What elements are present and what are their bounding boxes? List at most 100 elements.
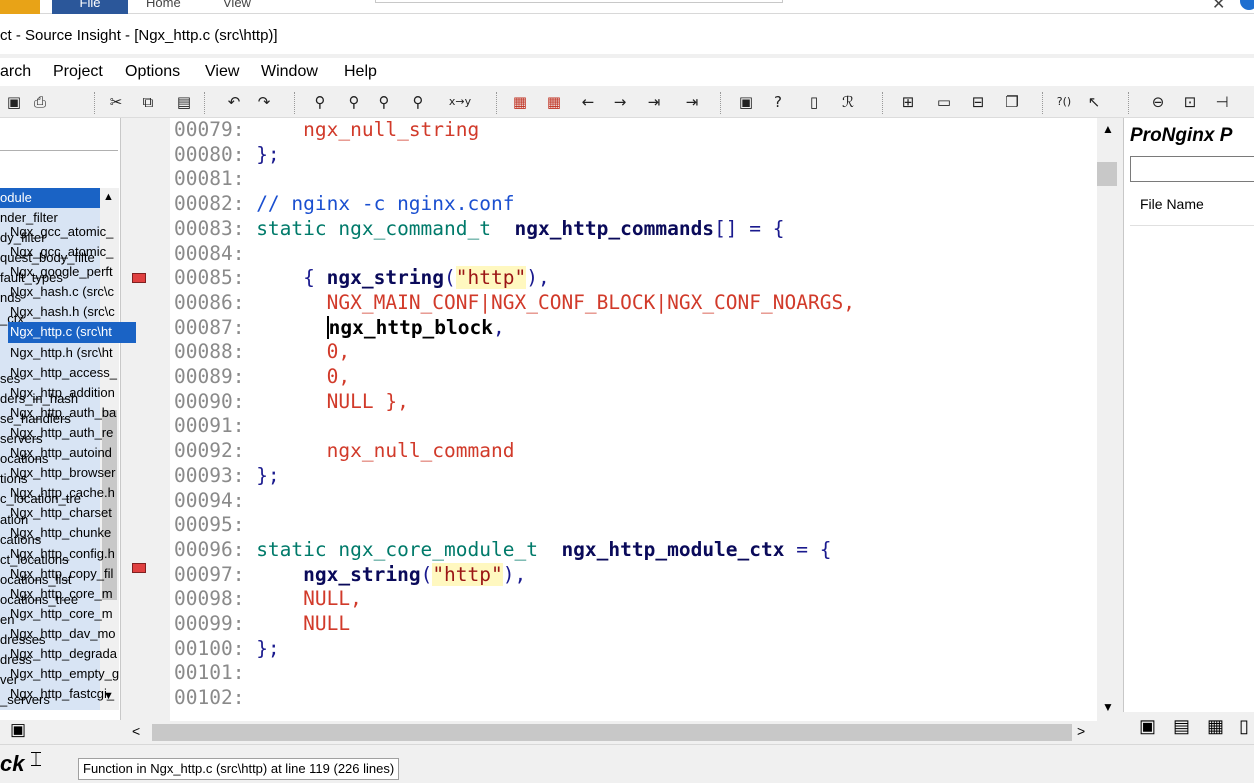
project-file-item[interactable]: Ngx_http_fastcgi_ [8,684,136,704]
relation-icon[interactable]: ℛ [838,92,858,112]
project-file-item[interactable]: Ngx_http_core_m [8,604,136,624]
code-line[interactable]: 00098: NULL, [174,587,362,611]
layout-single-icon[interactable]: ▭ [934,92,954,112]
project-file-item[interactable]: Ngx_http_addition [8,383,136,403]
project-file-item[interactable]: Ngx_http_copy_fil [8,564,136,584]
scroll-down-icon[interactable]: ▼ [1102,700,1114,714]
outdent-icon[interactable]: ⇥ [682,92,702,112]
code-line[interactable]: 00095: [174,513,256,537]
file-name-column-header[interactable]: File Name [1130,190,1254,226]
project-file-item[interactable]: Ngx_http_cache.h [8,483,136,503]
code-line[interactable]: 00080: }; [174,143,280,167]
file-list-icon[interactable]: ▣ [1139,716,1156,737]
code-line[interactable]: 00097: ngx_string("http"), [174,562,526,587]
code-line[interactable]: 00102: [174,686,256,710]
project-file-item[interactable]: Ngx_http_charset [8,503,136,523]
project-file-item[interactable]: Ngx_http_access_ [8,363,136,383]
code-line[interactable]: 00083: static ngx_command_t ngx_http_com… [174,217,785,241]
code-line[interactable]: 00090: NULL }, [174,390,409,414]
properties-icon[interactable]: ▣ [10,720,26,740]
project-file-item[interactable]: Ngx_gcc_atomic_ [8,242,136,262]
code-line[interactable]: 00089: 0, [174,365,350,389]
replace-icon[interactable]: ⚲ [408,92,428,112]
project-icon[interactable]: ▣ [736,92,756,112]
menu-help[interactable]: Help [344,63,377,81]
home-tab[interactable]: Home [146,0,181,14]
code-line[interactable]: 00085: { ngx_string("http"), [174,266,550,290]
code-editor[interactable]: 00079: ngx_null_string 00080: }; 00081: 00… [170,118,1097,721]
project-file-item[interactable]: Ngx_gcc_atomic_ [8,222,136,242]
project-file-item[interactable]: Ngx_http_auth_ba [8,403,136,423]
scroll-left-icon[interactable]: < [132,723,140,739]
symbol-icon[interactable]: ? [768,92,788,112]
code-line[interactable]: 00094: [174,489,256,513]
scroll-up-icon[interactable]: ▲ [103,191,114,203]
menu-search[interactable]: arch [0,63,31,81]
menu-options[interactable]: Options [125,63,180,81]
paste-icon[interactable]: ▤ [174,92,194,112]
code-line[interactable]: 00096: static ngx_core_module_t ngx_http… [174,538,831,562]
search-files-icon[interactable]: ⚲ [344,92,364,112]
print-icon[interactable]: ⎙ [30,92,50,112]
search-icon[interactable]: ⚲ [310,92,330,112]
layout-split-icon[interactable]: ⊟ [968,92,988,112]
editor-horizontal-scrollbar[interactable]: < > [122,721,1097,744]
project-file-search-input[interactable] [1130,156,1254,182]
ribbon-search-box[interactable] [375,0,783,3]
tree-icon[interactable]: ⊣ [1212,92,1232,112]
menu-project[interactable]: Project [53,63,103,81]
code-line[interactable]: 00092: ngx_null_command [174,439,514,463]
editor-vertical-scrollbar[interactable]: ▲ ▼ [1097,118,1122,721]
menu-window[interactable]: Window [261,63,318,81]
file-tab[interactable]: File [52,0,128,14]
link-icon[interactable]: ⊖ [1148,92,1168,112]
code-line[interactable]: 00099: NULL [174,612,350,636]
undo-icon[interactable]: ↶ [224,92,244,112]
copy-icon[interactable]: ⧉ [138,92,158,112]
code-line[interactable]: 00086: NGX_MAIN_CONF|NGX_CONF_BLOCK|NGX_… [174,291,855,315]
back-icon[interactable]: ← [578,92,598,112]
cut-icon[interactable]: ✂ [106,92,126,112]
close-icon[interactable]: ✕ [1212,0,1225,14]
lookup-icon[interactable]: ⚲ [374,92,394,112]
bookmark-next-icon[interactable]: ▦ [544,92,564,112]
project-file-item[interactable]: Ngx_hash.h (src\c [8,302,136,322]
project-file-item[interactable]: Ngx_http_config.h [8,544,136,564]
scroll-right-icon[interactable]: > [1077,723,1085,739]
view-tab[interactable]: View [223,0,251,14]
symbol-list-item[interactable]: odule [0,188,100,209]
project-file-item[interactable]: Ngx_http_autoind [8,443,136,463]
code-line[interactable]: 00079: ngx_null_string [174,118,479,142]
project-file-item[interactable]: Ngx_http_browser [8,463,136,483]
project-file-item[interactable]: Ngx_hash.c (src\c [8,282,136,302]
project-file-item[interactable]: Ngx_http_empty_g [8,664,136,684]
project-file-item[interactable]: Ngx_http_dav_mo [8,624,136,644]
forward-icon[interactable]: → [610,92,630,112]
help-icon[interactable] [1240,0,1254,10]
save-icon[interactable]: ▣ [4,92,24,112]
code-line[interactable]: 00091: [174,414,256,438]
replace-symbol-icon[interactable]: x→y [444,92,476,112]
project-file-item[interactable]: Ngx_http_auth_re [8,423,136,443]
context-icon[interactable]: ?() [1054,92,1074,112]
code-line[interactable]: 00081: [174,167,256,191]
project-file-item[interactable]: Ngx_http_core_m [8,584,136,604]
project-file-list[interactable]: Ngx_gcc_atomic_ Ngx_gcc_atomic_ Ngx_google… [8,222,136,706]
scroll-thumb[interactable] [1097,162,1117,186]
scroll-up-icon[interactable]: ▲ [1102,122,1114,136]
code-line[interactable]: 00093: }; [174,464,280,488]
redo-icon[interactable]: ↷ [254,92,274,112]
grid-view-icon[interactable]: ▦ [1207,716,1224,737]
clip-icon[interactable]: ⊡ [1180,92,1200,112]
code-line[interactable]: 00087: ngx_http_block, [174,315,505,340]
bookmark-prev-icon[interactable]: ▦ [510,92,530,112]
project-file-item[interactable]: Ngx_google_perft [8,262,136,282]
project-file-item[interactable]: Ngx_http.h (src\ht [8,343,136,363]
project-file-item[interactable]: Ngx_http_degrada [8,644,136,664]
layout-grid-icon[interactable]: ⊞ [898,92,918,112]
symbol-list-icon[interactable]: ▤ [1173,716,1190,737]
help-pointer-icon[interactable]: ↖ [1084,92,1104,112]
project-file-item[interactable]: Ngx_http_chunke [8,523,136,543]
code-line[interactable]: 00101: [174,661,256,685]
window-cascade-icon[interactable]: ❐ [1002,92,1022,112]
